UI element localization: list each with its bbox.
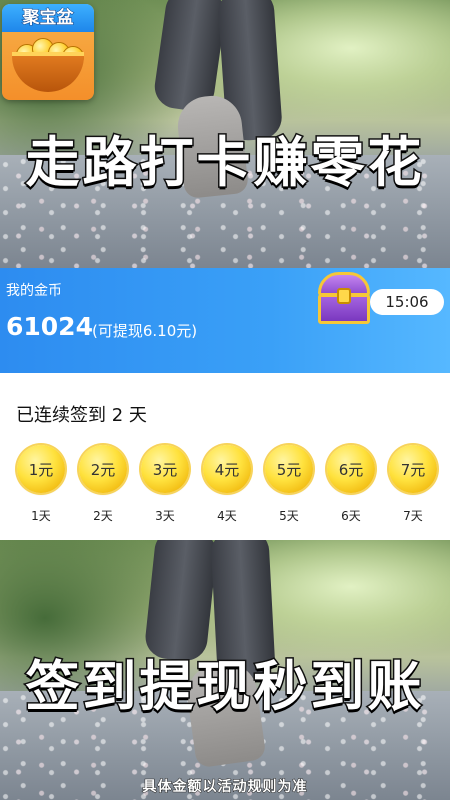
day-6-reward-coin[interactable]: 6元	[327, 445, 375, 493]
disclaimer-text: 具体金额以活动规则为准	[142, 779, 308, 796]
signin-streak-title: 已连续签到 2 天	[16, 405, 147, 426]
app-logo: 聚宝盆	[2, 4, 94, 100]
treasure-chest-icon[interactable]	[314, 270, 374, 328]
bowl-shape	[12, 52, 84, 92]
day-3-reward-coin[interactable]: 3元	[141, 445, 189, 493]
logo-title: 聚宝盆	[2, 4, 94, 32]
day-5-label: 5天	[279, 509, 299, 523]
day-6-label: 6天	[341, 509, 361, 523]
day-1-reward-coin[interactable]: 1元	[17, 445, 65, 493]
day-2-reward-coin[interactable]: 2元	[79, 445, 127, 493]
bottom-slogan: 签到提现秒到账	[24, 654, 425, 720]
day-4-label: 4天	[217, 509, 237, 523]
coin-label: 我的金币	[6, 283, 62, 299]
top-slogan: 走路打卡赚零花	[24, 130, 425, 196]
signin-card: 已连续签到 2 天 1元 2元 3元 4元 5元 6元 7元 1天 2天 3天 …	[0, 373, 450, 540]
coin-balance-card: 我的金币 61024 (可提现6.10元) 15:06	[0, 268, 450, 373]
day-5-reward-coin[interactable]: 5元	[265, 445, 313, 493]
chest-timer[interactable]: 15:06	[370, 289, 444, 315]
day-3-label: 3天	[155, 509, 175, 523]
day-4-reward-coin[interactable]: 4元	[203, 445, 251, 493]
bottom-banner: 签到提现秒到账 具体金额以活动规则为准	[0, 540, 450, 800]
day-7-label: 7天	[403, 509, 423, 523]
day-1-label: 1天	[31, 509, 51, 523]
day-2-label: 2天	[93, 509, 113, 523]
coin-value: 61024	[6, 312, 93, 341]
day-7-reward-coin[interactable]: 7元	[389, 445, 437, 493]
withdrawable-amount: (可提现6.10元)	[92, 322, 198, 340]
